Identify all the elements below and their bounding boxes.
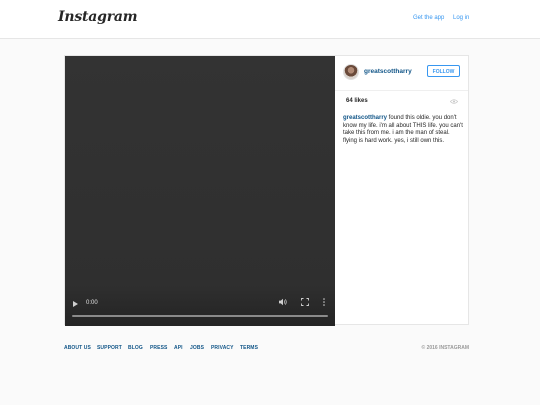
likes-count: 64 likes [346,98,368,104]
username-link[interactable]: greatscottharry [364,68,412,75]
follow-button[interactable]: FOLLOW [427,65,460,77]
footer-link-blog[interactable]: BLOG [128,345,143,351]
footer-link-api[interactable]: API [174,345,183,351]
post-sidebar: greatscottharry FOLLOW 64 likes greatsco… [335,56,468,324]
views-eye-icon [450,99,458,104]
instagram-logo[interactable]: Instagram [58,9,138,25]
log-in-link[interactable]: Log in [453,15,469,21]
get-the-app-link[interactable]: Get the app [413,15,444,21]
volume-icon[interactable] [279,298,287,306]
fullscreen-icon[interactable] [301,298,309,306]
video-controls: 0:00 [65,290,335,326]
footer-link-press[interactable]: PRESS [150,345,167,351]
play-icon[interactable] [73,301,78,307]
top-navigation-bar: Instagram Get the app Log in [0,0,540,39]
avatar[interactable] [343,64,359,80]
footer-link-about-us[interactable]: ABOUT US [64,345,91,351]
caption-username-link[interactable]: greatscottharry [343,115,387,121]
more-options-icon[interactable] [321,298,327,306]
footer-link-terms[interactable]: TERMS [240,345,258,351]
video-player[interactable]: 0:00 [65,56,335,326]
footer-link-jobs[interactable]: JOBS [190,345,204,351]
post-header: greatscottharry FOLLOW [335,56,468,91]
post-card: 0:00 greatscottharry FOLLOW 64 likes gre… [64,55,469,326]
copyright-text: © 2016 INSTAGRAM [421,345,470,351]
seek-bar[interactable] [72,315,328,317]
footer-link-privacy[interactable]: PRIVACY [211,345,234,351]
video-time: 0:00 [86,300,98,306]
post-caption: greatscottharry found this oldie. you do… [343,115,465,145]
footer-link-support[interactable]: SUPPORT [97,345,122,351]
